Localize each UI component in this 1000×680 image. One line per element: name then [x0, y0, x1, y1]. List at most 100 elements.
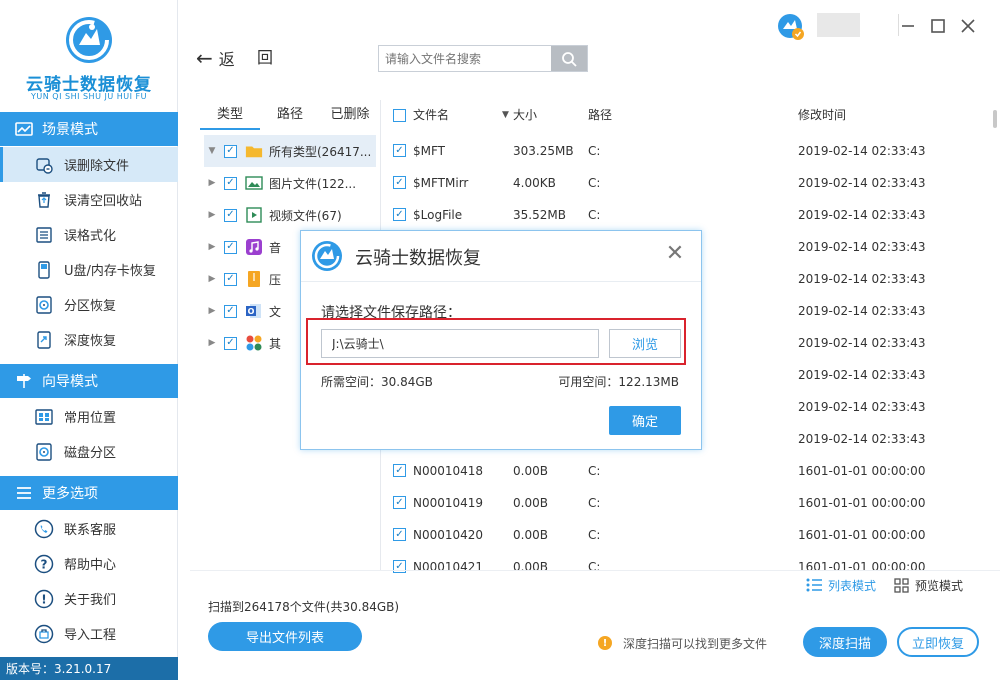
sidebar-item-about-us[interactable]: ! 关于我们 — [0, 581, 178, 616]
caret-right-icon[interactable]: ▶ — [204, 306, 220, 316]
table-row[interactable]: ✓ N00010420 0.00B C: 1601-01-01 00:00:00 — [384, 519, 992, 551]
table-row[interactable]: ✓ $LogFile 35.52MB C: 2019-02-14 02:33:43 — [384, 199, 992, 231]
dialog-title: 云骑士数据恢复 — [355, 248, 481, 269]
recover-now-button[interactable]: 立即恢复 — [897, 627, 979, 657]
checkbox[interactable]: ✓ — [224, 144, 237, 158]
deep-scan-tip-text: 深度扫描可以找到更多文件 — [623, 636, 768, 651]
dialog-close-icon[interactable]: ✕ — [665, 241, 685, 267]
tab-deleted[interactable]: 已删除 — [320, 100, 380, 130]
preview-mode-button[interactable]: 预览模式 — [894, 576, 963, 594]
caret-down-icon[interactable]: ▼ — [204, 146, 220, 156]
section-label: 向导模式 — [42, 374, 98, 390]
deep-scan-button[interactable]: 深度扫描 — [803, 627, 887, 657]
sidebar-item-customer-service[interactable]: 联系客服 — [0, 511, 178, 546]
app-subtitle: YUN QI SHI SHU JU HUI FU — [31, 92, 147, 101]
section-label: 场景模式 — [42, 122, 98, 138]
tab-path[interactable]: 路径 — [260, 100, 320, 130]
tree-item-videos[interactable]: ▶ ✓ 视频文件(67) — [204, 199, 376, 231]
sort-down-icon[interactable]: ▼ — [502, 100, 509, 130]
table-row[interactable]: ✓ $MFTMirr 4.00KB C: 2019-02-14 02:33:43 — [384, 167, 992, 199]
scene-icon — [14, 121, 34, 137]
cell-size: 35.52MB — [513, 208, 566, 222]
select-all-checkbox[interactable] — [393, 109, 406, 122]
sidebar-item-label: 帮助中心 — [64, 558, 117, 573]
tree-item-all-types[interactable]: ▼ ✓ 所有类型(26417... — [204, 135, 376, 167]
sidebar-item-usb-recovery[interactable]: U盘/内存卡恢复 — [0, 252, 178, 287]
tree-item-label: 音 — [269, 240, 282, 255]
export-file-list-button[interactable]: 导出文件列表 — [208, 622, 362, 651]
sidebar-item-deep-recovery[interactable]: 深度恢复 — [0, 322, 178, 357]
caret-right-icon[interactable]: ▶ — [204, 178, 220, 188]
tree-item-images[interactable]: ▶ ✓ 图片文件(122... — [204, 167, 376, 199]
table-row[interactable]: ✓ N00010419 0.00B C: 1601-01-01 00:00:00 — [384, 487, 992, 519]
cell-size: 0.00B — [513, 528, 548, 542]
close-icon[interactable] — [958, 16, 978, 36]
row-checkbox[interactable]: ✓ — [393, 528, 406, 541]
arrow-left-icon: ← — [196, 46, 213, 70]
search-button[interactable] — [551, 46, 587, 71]
caret-right-icon[interactable]: ▶ — [204, 242, 220, 252]
save-path-input[interactable] — [321, 329, 599, 358]
checkbox[interactable]: ✓ — [224, 176, 237, 190]
tree-item-label: 文 — [269, 304, 282, 319]
sidebar-item-label: 误清空回收站 — [64, 194, 143, 209]
scrollbar-thumb[interactable] — [993, 110, 997, 128]
row-checkbox[interactable]: ✓ — [393, 176, 406, 189]
checkbox[interactable]: ✓ — [224, 240, 237, 254]
sidebar-item-import-project[interactable]: 导入工程 — [0, 616, 178, 651]
column-header-size[interactable]: 大小 — [513, 100, 537, 130]
row-checkbox[interactable]: ✓ — [393, 464, 406, 477]
common-location-icon — [34, 407, 54, 427]
caret-right-icon[interactable]: ▶ — [204, 210, 220, 220]
sidebar-item-label: 关于我们 — [64, 593, 117, 608]
folder-icon — [245, 143, 263, 159]
preview-mode-label: 预览模式 — [915, 578, 964, 593]
version-label: 版本号：3.21.0.17 — [0, 657, 178, 680]
row-checkbox[interactable]: ✓ — [393, 496, 406, 509]
cell-name: $LogFile — [413, 208, 463, 222]
cell-path: C: — [588, 176, 601, 190]
row-checkbox[interactable]: ✓ — [393, 560, 406, 573]
checkbox[interactable]: ✓ — [224, 208, 237, 222]
caret-right-icon[interactable]: ▶ — [204, 338, 220, 348]
browse-button[interactable]: 浏览 — [609, 329, 681, 358]
column-header-name[interactable]: 文件名 — [413, 100, 449, 130]
minimize-icon[interactable] — [898, 16, 918, 36]
tree-tabs: 类型 路径 已删除 — [200, 100, 380, 130]
forward-button[interactable]: 回 — [257, 46, 273, 70]
tab-type[interactable]: 类型 — [200, 100, 260, 130]
list-mode-button[interactable]: 列表模式 — [806, 576, 876, 594]
sidebar-item-deleted-files[interactable]: 误删除文件 — [0, 147, 178, 182]
column-header-modified[interactable]: 修改时间 — [798, 100, 846, 130]
tree-item-label: 压 — [269, 272, 282, 287]
archive-file-icon — [245, 271, 263, 287]
sidebar-item-disk-partition[interactable]: 磁盘分区 — [0, 434, 178, 469]
maximize-icon[interactable] — [928, 16, 948, 36]
row-checkbox[interactable]: ✓ — [393, 208, 406, 221]
table-row[interactable]: ✓ N00010418 0.00B C: 1601-01-01 00:00:00 — [384, 455, 992, 487]
sidebar-item-recycle-bin[interactable]: 误清空回收站 — [0, 182, 178, 217]
save-path-dialog: 云骑士数据恢复 ✕ 请选择文件保存路径： 浏览 所需空间：30.84GB 可用空… — [300, 230, 702, 450]
sidebar-item-help-center[interactable]: ? 帮助中心 — [0, 546, 178, 581]
search-input[interactable] — [379, 46, 552, 71]
checkbox[interactable]: ✓ — [224, 336, 237, 350]
table-row[interactable]: ✓ $MFT 303.25MB C: 2019-02-14 02:33:43 — [384, 135, 992, 167]
checkbox[interactable]: ✓ — [224, 272, 237, 286]
svg-text:!: ! — [41, 592, 46, 606]
checkbox[interactable]: ✓ — [224, 304, 237, 318]
back-button[interactable]: ← 返 — [196, 46, 235, 70]
dialog-title-divider — [301, 281, 701, 282]
row-checkbox[interactable]: ✓ — [393, 144, 406, 157]
deep-scan-tip: ! 深度扫描可以找到更多文件 — [598, 634, 767, 652]
sidebar-item-format[interactable]: 误格式化 — [0, 217, 178, 252]
user-avatar[interactable] — [777, 13, 805, 41]
sidebar-item-common-location[interactable]: 常用位置 — [0, 399, 178, 434]
scan-summary: 扫描到264178个文件(共30.84GB) — [208, 600, 400, 614]
yunqishi-logo-icon — [66, 17, 112, 63]
caret-right-icon[interactable]: ▶ — [204, 274, 220, 284]
cell-modified: 2019-02-14 02:33:43 — [798, 304, 926, 318]
confirm-button[interactable]: 确定 — [609, 406, 681, 435]
cell-modified: 2019-02-14 02:33:43 — [798, 368, 926, 382]
column-header-path[interactable]: 路径 — [588, 100, 612, 130]
sidebar-item-partition-recovery[interactable]: 分区恢复 — [0, 287, 178, 322]
